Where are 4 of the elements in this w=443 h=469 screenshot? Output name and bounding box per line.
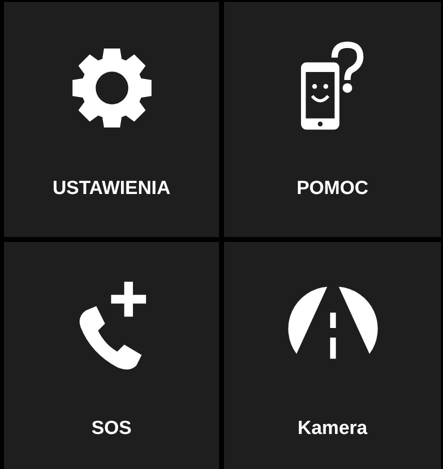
menu-tile[interactable]: POMOC (224, 2, 441, 237)
menu-tile[interactable]: USTAWIENIA (4, 2, 219, 237)
menu-tile[interactable]: Kamera (224, 242, 441, 469)
menu-tile[interactable]: SOS (4, 242, 219, 469)
